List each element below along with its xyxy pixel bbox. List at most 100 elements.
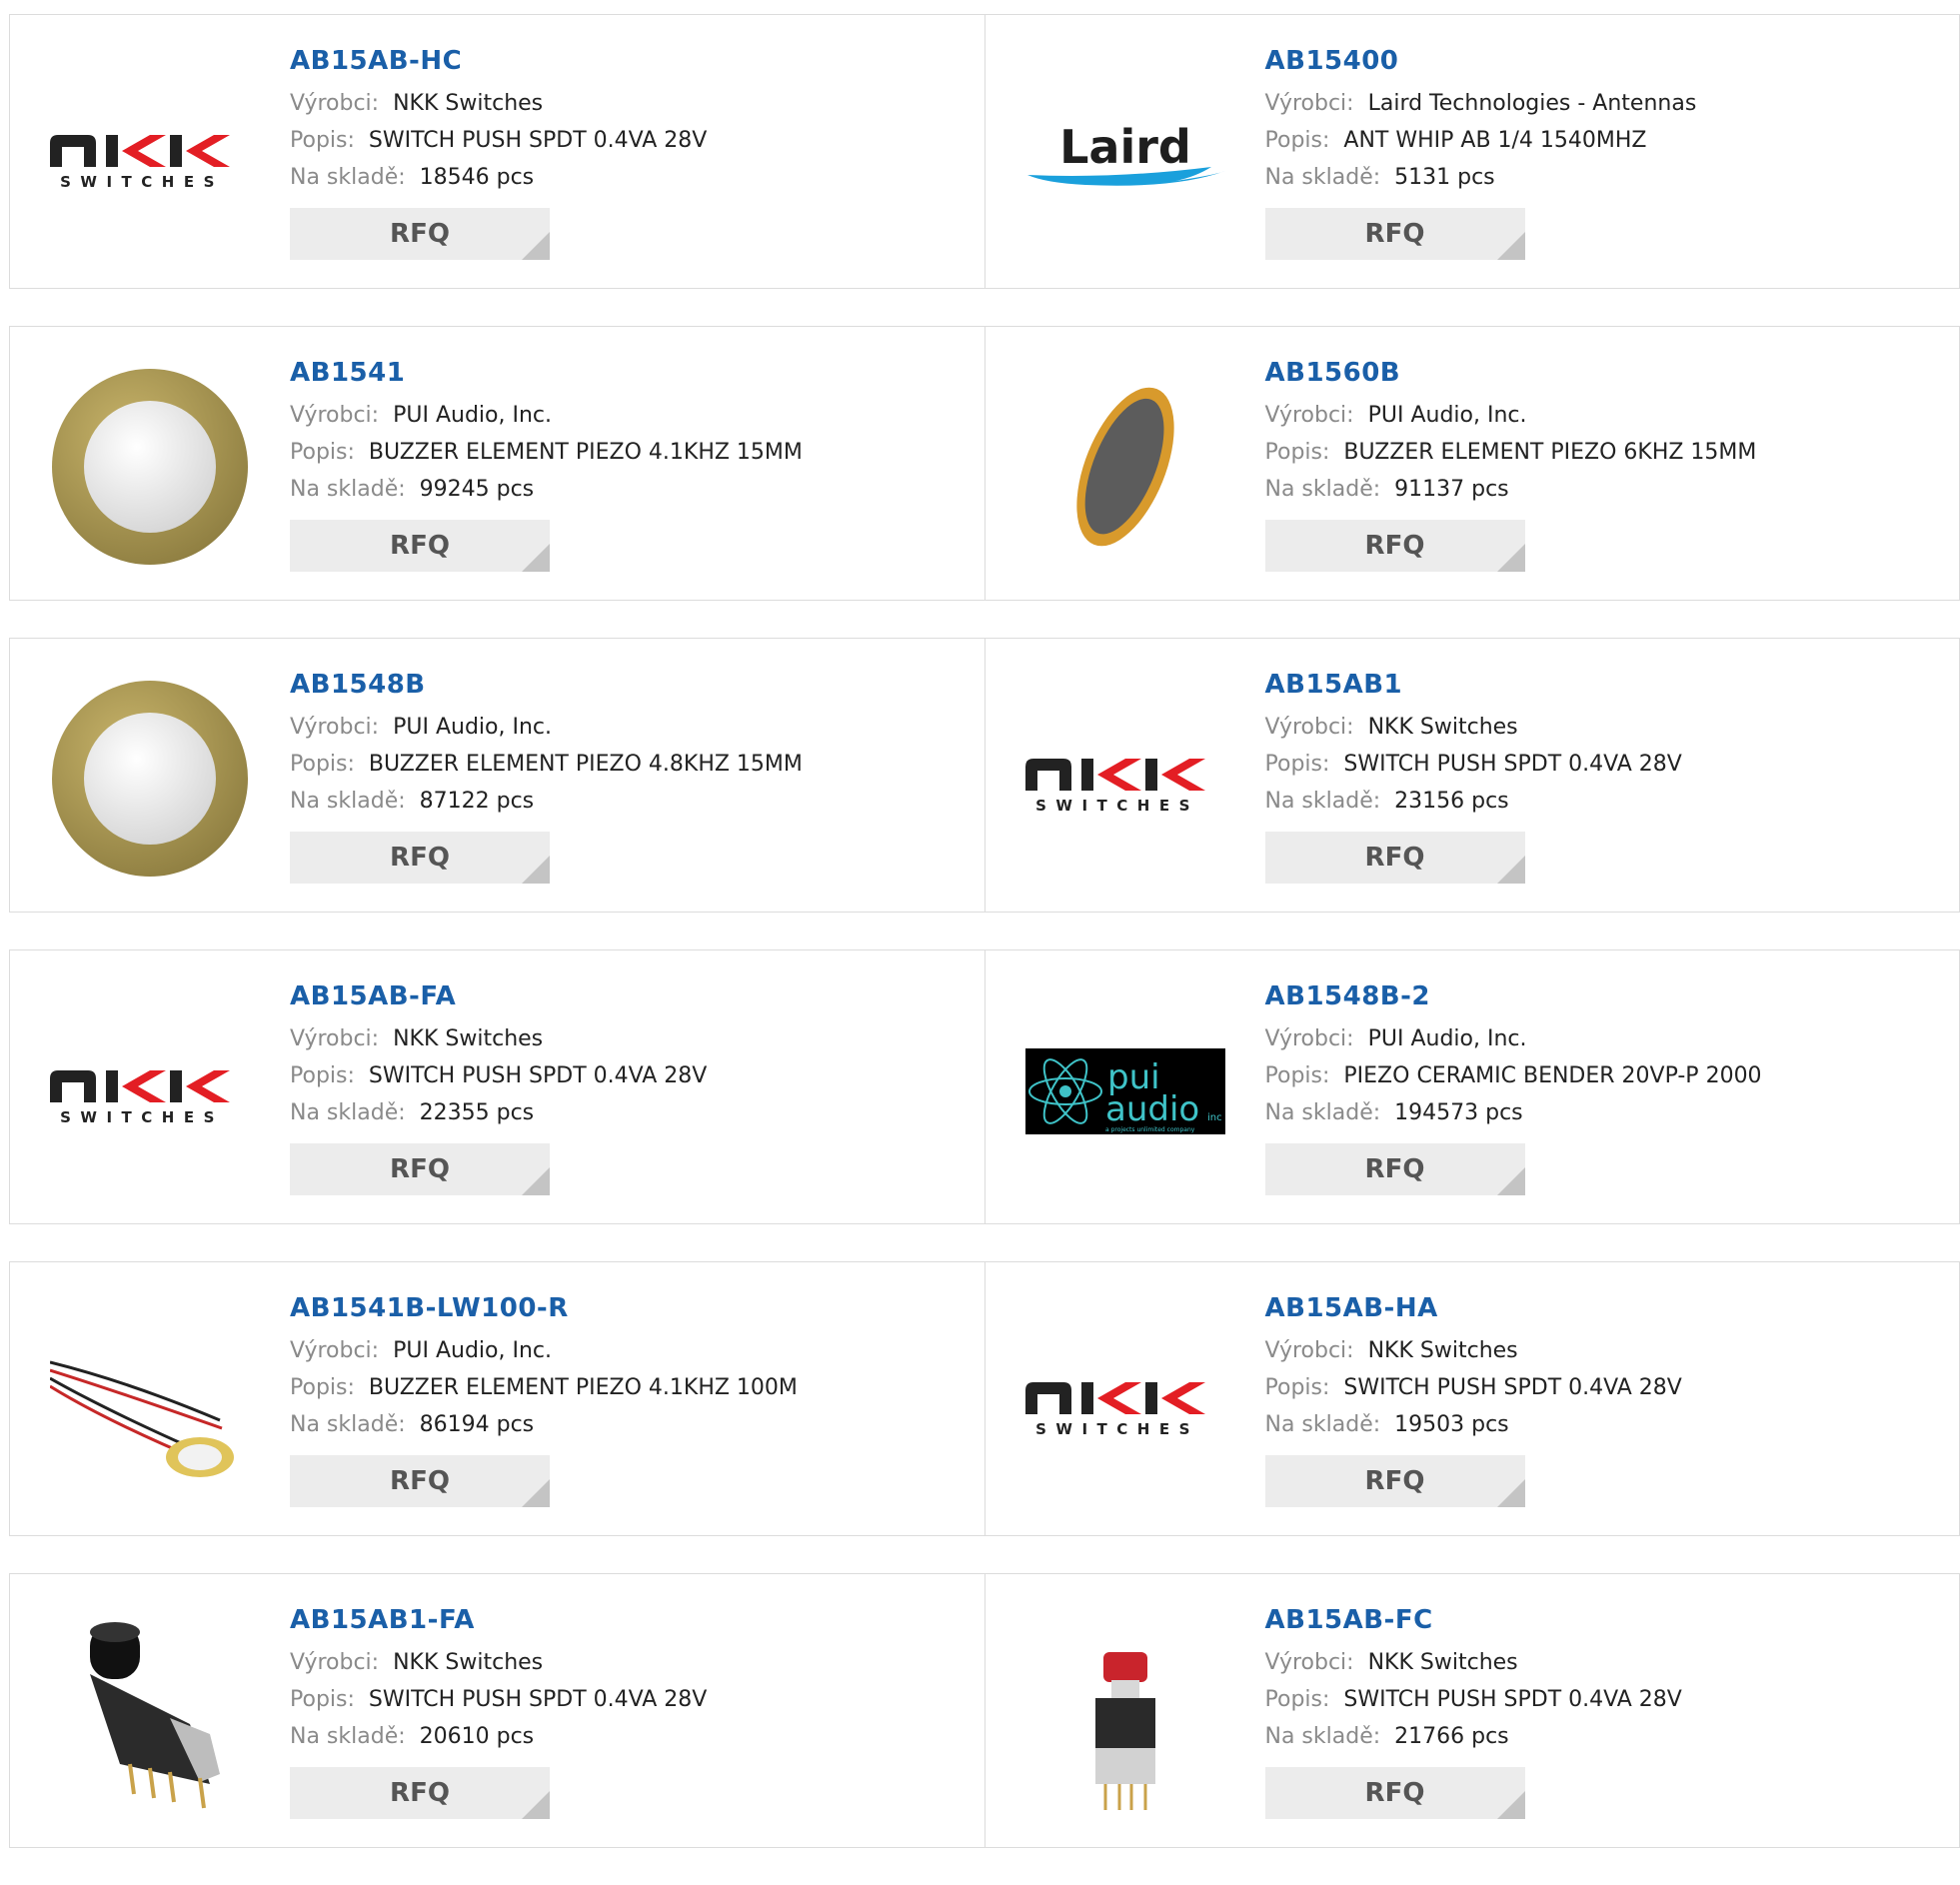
product-card: Laird AB15400 Výrobci:Laird Technologies… xyxy=(985,14,1960,289)
part-number-link[interactable]: AB15AB-FC xyxy=(1265,1604,1682,1636)
product-info: AB1541 Výrobci:PUI Audio, Inc. Popis:BUZ… xyxy=(290,357,803,572)
stock-label: Na skladě: xyxy=(1265,477,1381,502)
product-info: AB15AB1-FA Výrobci:NKK Switches Popis:SW… xyxy=(290,1604,707,1819)
stock-label: Na skladě: xyxy=(1265,1100,1381,1125)
svg-text:SWITCHES: SWITCHES xyxy=(1035,797,1199,815)
description-label: Popis: xyxy=(290,1063,355,1088)
manufacturer-label: Výrobci: xyxy=(290,91,379,116)
rfq-button[interactable]: RFQ xyxy=(1265,520,1525,572)
manufacturer-row: Výrobci:PUI Audio, Inc. xyxy=(290,709,803,746)
rfq-button[interactable]: RFQ xyxy=(1265,1767,1525,1819)
product-image[interactable] xyxy=(50,1302,250,1502)
product-image[interactable]: SWITCHES xyxy=(1025,679,1225,879)
manufacturer-label: Výrobci: xyxy=(290,403,379,428)
rfq-button[interactable]: RFQ xyxy=(290,1143,550,1195)
product-row: AB1541B-LW100-R Výrobci:PUI Audio, Inc. … xyxy=(9,1261,1960,1536)
stock-row: Na skladě:20610 pcs xyxy=(290,1718,707,1755)
product-image[interactable]: pui audio inc a projects unlimited compa… xyxy=(1025,990,1225,1190)
part-number-link[interactable]: AB15AB-HC xyxy=(290,45,707,77)
part-number-link[interactable]: AB1541 xyxy=(290,357,803,389)
part-number-link[interactable]: AB1548B xyxy=(290,669,803,701)
product-info: AB1548B Výrobci:PUI Audio, Inc. Popis:BU… xyxy=(290,669,803,884)
rfq-label: RFQ xyxy=(390,531,450,561)
stock-label: Na skladě: xyxy=(290,789,406,814)
manufacturer-value: NKK Switches xyxy=(1368,715,1518,740)
product-image[interactable] xyxy=(1025,367,1225,567)
rfq-button[interactable]: RFQ xyxy=(1265,1455,1525,1507)
svg-text:Laird: Laird xyxy=(1059,120,1191,174)
rfq-button[interactable]: RFQ xyxy=(1265,832,1525,884)
description-label: Popis: xyxy=(1265,440,1330,465)
rfq-label: RFQ xyxy=(390,1466,450,1496)
product-card: SWITCHES AB15AB1 Výrobci:NKK Switches Po… xyxy=(985,638,1960,913)
product-image[interactable]: Laird xyxy=(1025,55,1225,255)
stock-row: Na skladě:18546 pcs xyxy=(290,159,707,196)
stock-row: Na skladě:91137 pcs xyxy=(1265,471,1757,508)
product-image[interactable]: SWITCHES xyxy=(50,990,250,1190)
part-number-link[interactable]: AB1548B-2 xyxy=(1265,980,1762,1012)
description-value: SWITCH PUSH SPDT 0.4VA 28V xyxy=(369,1063,707,1088)
product-image[interactable] xyxy=(1025,1614,1225,1814)
rfq-button[interactable]: RFQ xyxy=(290,1455,550,1507)
stock-label: Na skladě: xyxy=(1265,1412,1381,1437)
rfq-button[interactable]: RFQ xyxy=(1265,1143,1525,1195)
manufacturer-row: Výrobci:PUI Audio, Inc. xyxy=(290,1332,798,1369)
rfq-corner-decoration xyxy=(522,1479,550,1507)
product-image[interactable] xyxy=(50,1614,250,1814)
description-row: Popis:SWITCH PUSH SPDT 0.4VA 28V xyxy=(1265,1681,1682,1718)
part-number-link[interactable]: AB1541B-LW100-R xyxy=(290,1292,798,1324)
nkk-logo-icon: SWITCHES xyxy=(50,990,250,1190)
stock-label: Na skladě: xyxy=(1265,165,1381,190)
product-info: AB1560B Výrobci:PUI Audio, Inc. Popis:BU… xyxy=(1265,357,1757,572)
stock-row: Na skladě:23156 pcs xyxy=(1265,783,1682,820)
black-pushbutton-icon xyxy=(50,1614,250,1814)
part-number-link[interactable]: AB15AB-FA xyxy=(290,980,707,1012)
product-card: SWITCHES AB15AB-HA Výrobci:NKK Switches … xyxy=(985,1261,1960,1536)
description-value: SWITCH PUSH SPDT 0.4VA 28V xyxy=(1343,1375,1681,1400)
manufacturer-value: Laird Technologies - Antennas xyxy=(1368,91,1697,116)
piezo-disc-icon xyxy=(50,367,250,567)
stock-value: 86194 pcs xyxy=(420,1412,535,1437)
manufacturer-label: Výrobci: xyxy=(1265,1026,1354,1051)
rfq-button[interactable]: RFQ xyxy=(1265,208,1525,260)
description-label: Popis: xyxy=(290,440,355,465)
product-info: AB1548B-2 Výrobci:PUI Audio, Inc. Popis:… xyxy=(1265,980,1762,1195)
description-row: Popis: SWITCH PUSH SPDT 0.4VA 28V xyxy=(290,1057,707,1094)
description-value: BUZZER ELEMENT PIEZO 4.8KHZ 15MM xyxy=(369,752,803,777)
description-label: Popis: xyxy=(1265,1687,1330,1712)
rfq-button[interactable]: RFQ xyxy=(290,1767,550,1819)
part-number-link[interactable]: AB15AB1-FA xyxy=(290,1604,707,1636)
rfq-button[interactable]: RFQ xyxy=(290,208,550,260)
part-number-link[interactable]: AB15400 xyxy=(1265,45,1697,77)
product-card: SWITCHES AB15AB-HC Výrobci:NKK Switches … xyxy=(9,14,985,289)
product-image[interactable] xyxy=(50,679,250,879)
part-number-link[interactable]: AB15AB1 xyxy=(1265,669,1682,701)
product-info: AB15AB-HC Výrobci:NKK Switches Popis:SWI… xyxy=(290,45,707,260)
product-image[interactable]: SWITCHES xyxy=(1025,1302,1225,1502)
product-info: AB15AB-HA Výrobci:NKK Switches Popis:SWI… xyxy=(1265,1292,1682,1507)
product-image[interactable] xyxy=(50,367,250,567)
description-row: Popis:SWITCH PUSH SPDT 0.4VA 28V xyxy=(290,122,707,159)
stock-label: Na skladě: xyxy=(290,1100,406,1125)
product-image[interactable]: SWITCHES xyxy=(50,55,250,255)
rfq-corner-decoration xyxy=(1497,544,1525,572)
description-value: SWITCH PUSH SPDT 0.4VA 28V xyxy=(1343,752,1681,777)
stock-value: 18546 pcs xyxy=(420,165,535,190)
part-number-link[interactable]: AB15AB-HA xyxy=(1265,1292,1682,1324)
stock-value: 19503 pcs xyxy=(1394,1412,1509,1437)
stock-row: Na skladě: 87122 pcs xyxy=(290,783,803,820)
rfq-corner-decoration xyxy=(522,856,550,884)
stock-value: 87122 pcs xyxy=(420,789,535,814)
rfq-label: RFQ xyxy=(390,219,450,249)
rfq-label: RFQ xyxy=(1365,843,1425,873)
description-row: Popis:SWITCH PUSH SPDT 0.4VA 28V xyxy=(1265,746,1682,783)
stock-value: 20610 pcs xyxy=(420,1724,535,1749)
description-label: Popis: xyxy=(290,128,355,153)
stock-label: Na skladě: xyxy=(290,477,406,502)
rfq-button[interactable]: RFQ xyxy=(290,520,550,572)
part-number-link[interactable]: AB1560B xyxy=(1265,357,1757,389)
rfq-button[interactable]: RFQ xyxy=(290,832,550,884)
rfq-label: RFQ xyxy=(390,1778,450,1808)
rfq-label: RFQ xyxy=(1365,219,1425,249)
description-row: Popis:ANT WHIP AB 1/4 1540MHZ xyxy=(1265,122,1697,159)
